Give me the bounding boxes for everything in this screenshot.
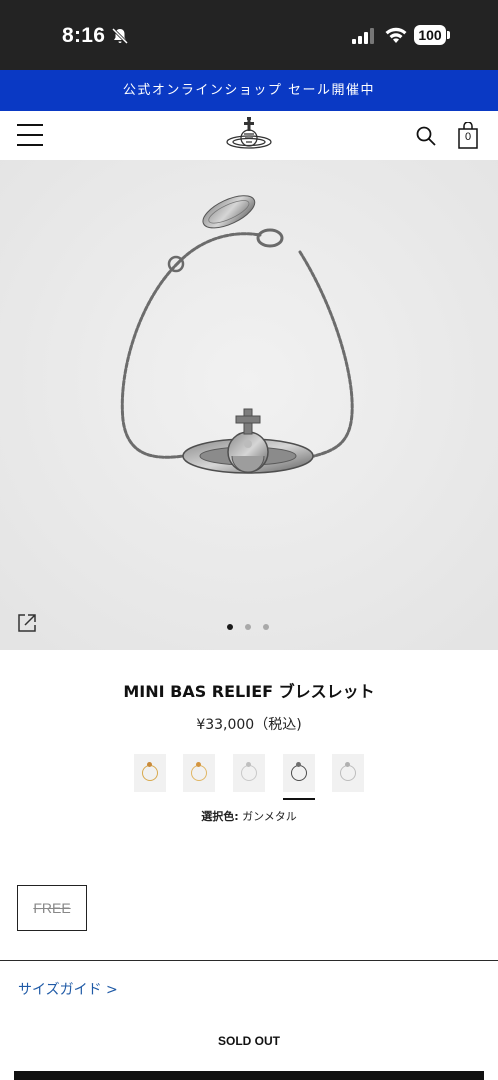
divider	[0, 960, 498, 961]
site-header: 0	[0, 111, 498, 160]
carousel-dot[interactable]	[263, 624, 269, 630]
promo-banner[interactable]: 公式オンラインショップ セール開催中	[0, 70, 498, 111]
swatch-ring	[340, 765, 356, 781]
sold-out-label: SOLD OUT	[218, 1034, 280, 1048]
cart-count: 0	[464, 131, 472, 143]
swatch-ring	[241, 765, 257, 781]
product-title: MINI BAS RELIEF ブレスレット	[123, 682, 375, 701]
product-image[interactable]	[0, 160, 498, 650]
logo-icon[interactable]	[224, 116, 274, 154]
selected-color: 選択色: ガンメタル	[0, 808, 498, 824]
color-swatch[interactable]	[134, 754, 166, 792]
carousel-dot[interactable]	[245, 624, 251, 630]
product-price: ¥33,000（税込)	[196, 717, 302, 733]
add-to-cart-button[interactable]	[14, 1071, 484, 1080]
battery-icon: 100	[414, 25, 450, 45]
selected-color-value: ガンメタル	[242, 810, 297, 823]
expand-icon[interactable]	[16, 612, 38, 634]
signal-icon	[352, 28, 374, 44]
bell-slash-icon	[111, 27, 129, 45]
wifi-icon	[385, 27, 407, 43]
swatch-ring	[291, 765, 307, 781]
color-swatch[interactable]	[183, 754, 215, 792]
swatch-ring	[142, 765, 158, 781]
color-swatch[interactable]	[332, 754, 364, 792]
menu-icon[interactable]	[17, 124, 43, 146]
size-option-free[interactable]: FREE	[17, 885, 87, 931]
battery-level: 100	[414, 25, 446, 45]
search-icon[interactable]	[415, 125, 437, 147]
status-bar: 8:16 100	[0, 0, 498, 70]
size-guide-link[interactable]: サイズガイド >	[18, 979, 118, 999]
shopping-bag-icon[interactable]: 0	[457, 121, 479, 150]
status-time: 8:16	[62, 24, 106, 47]
swatch-selected-indicator	[283, 798, 315, 800]
color-swatch[interactable]	[233, 754, 265, 792]
color-swatch-selected[interactable]	[283, 754, 315, 792]
bracelet-photo	[0, 160, 498, 650]
carousel-dots[interactable]	[224, 624, 274, 632]
swatch-ring	[191, 765, 207, 781]
selected-color-label: 選択色:	[201, 810, 239, 823]
carousel-dot[interactable]	[227, 624, 233, 630]
